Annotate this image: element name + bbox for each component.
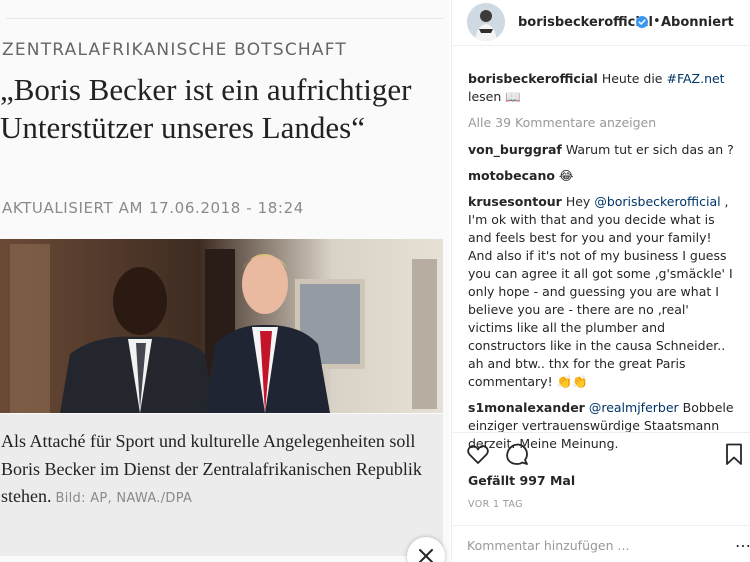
verified-badge-icon <box>636 16 648 28</box>
comment-username[interactable]: motobecano <box>468 168 555 183</box>
heart-icon[interactable] <box>466 442 490 466</box>
comment-mention[interactable]: @borisbeckerofficial <box>594 194 720 209</box>
photo-credit: Bild: AP, NAWA./DPA <box>55 491 193 506</box>
post-header: borisbeckerofficial • Abonniert <box>452 0 750 46</box>
comment-text: 😂 <box>558 168 574 183</box>
close-icon <box>419 549 433 562</box>
comment-item: krusesontour Hey @borisbeckerofficial , … <box>468 193 735 391</box>
post-sidebar: borisbeckerofficial • Abonniert borisbec… <box>451 0 750 562</box>
article-kicker: ZENTRALAFRIKANISCHE BOTSCHAFT <box>2 40 348 60</box>
post-timestamp: VOR 1 TAG <box>468 499 523 510</box>
comment-username[interactable]: krusesontour <box>468 194 562 209</box>
separator-dot: • <box>653 14 661 29</box>
photo-caption: Als Attaché für Sport und kulturelle Ang… <box>0 414 443 556</box>
comment-item: von_burggraf Warum tut er sich das an ? <box>468 141 735 159</box>
article-headline: „Boris Becker ist ein aufrichtiger Unter… <box>0 72 412 145</box>
comment-text-pre: Hey <box>565 194 595 209</box>
likes-count[interactable]: Gefällt 997 Mal <box>468 473 575 488</box>
post-caption: borisbeckerofficial Heute die #FAZ.net l… <box>468 70 735 106</box>
view-all-comments-link[interactable]: Alle 39 Kommentare anzeigen <box>468 114 735 132</box>
updated-label: AKTUALISIERT AM <box>2 199 144 217</box>
comment-mention[interactable]: @realmjferber <box>589 400 679 415</box>
divider <box>6 18 443 19</box>
comment-bar: … <box>452 525 750 562</box>
comment-text: Warum tut er sich das an ? <box>565 142 734 157</box>
action-bar <box>452 432 750 472</box>
comment-input[interactable] <box>467 538 707 553</box>
article-updated: AKTUALISIERT AM 17.06.2018 - 18:24 <box>2 199 310 217</box>
comment-username[interactable]: s1monalexander <box>468 400 585 415</box>
article-image: ZENTRALAFRIKANISCHE BOTSCHAFT „Boris Bec… <box>0 0 450 562</box>
comment-text: , I'm ok with that and you decide what i… <box>468 194 733 389</box>
header-username[interactable]: borisbeckerofficial <box>518 15 653 30</box>
comment-username[interactable]: von_burggraf <box>468 142 562 157</box>
avatar[interactable] <box>467 3 505 41</box>
article-photo <box>0 239 443 413</box>
comments-list: borisbeckerofficial Heute die #FAZ.net l… <box>452 70 750 461</box>
bookmark-icon[interactable] <box>722 442 746 466</box>
more-options-icon[interactable]: … <box>735 532 750 551</box>
comment-icon[interactable] <box>505 442 529 466</box>
comment-item: motobecano 😂 <box>468 167 735 185</box>
caption-username[interactable]: borisbeckerofficial <box>468 71 598 86</box>
caption-text: Heute die <box>601 71 667 86</box>
follow-button[interactable]: Abonniert <box>661 15 734 30</box>
caption-suffix: lesen 📖 <box>468 89 521 104</box>
hashtag-link[interactable]: #FAZ.net <box>666 71 724 86</box>
updated-value: 17.06.2018 - 18:24 <box>149 199 304 217</box>
